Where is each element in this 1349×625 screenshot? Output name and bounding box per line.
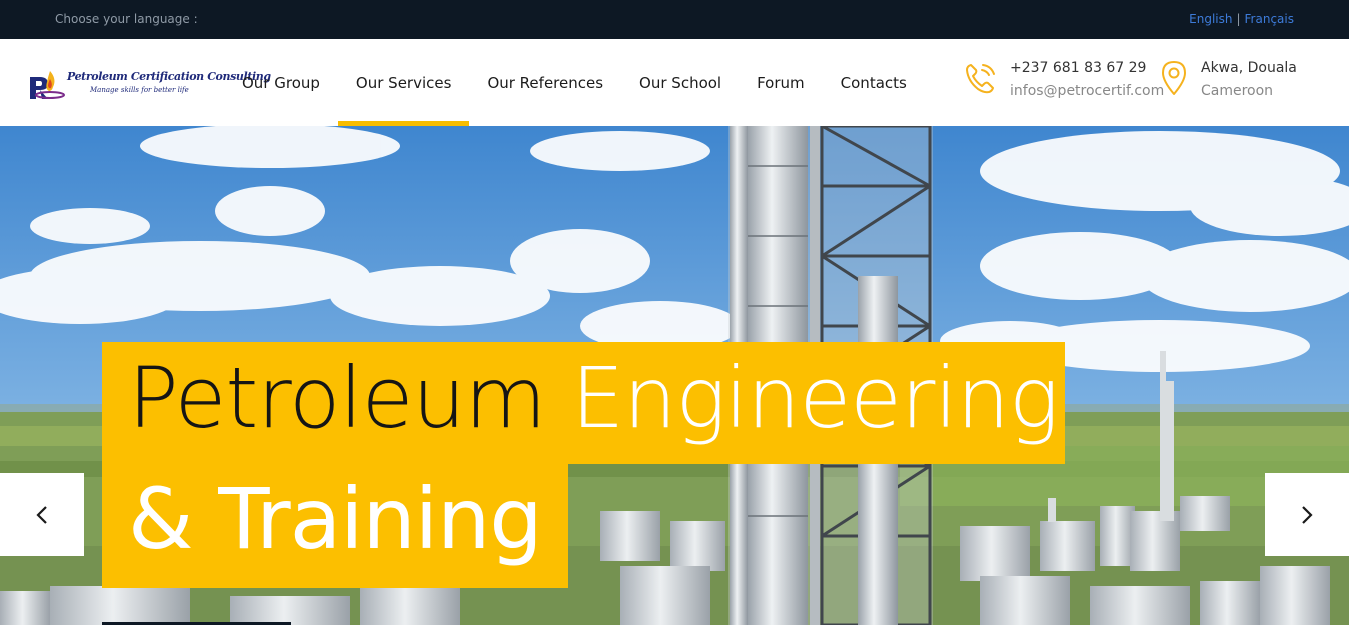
contact-phone-email: +237 681 83 67 29 infos@petrocertif.com [960, 39, 1164, 126]
language-switcher: English | Français [1189, 12, 1294, 26]
language-prompt: Choose your language : [55, 12, 198, 26]
hero-caption-line2: & Training [128, 470, 543, 568]
language-english-link[interactable]: English [1189, 12, 1232, 26]
nav-our-group[interactable]: Our Group [224, 39, 338, 126]
nav-contacts[interactable]: Contacts [823, 39, 925, 126]
language-separator: | [1236, 12, 1241, 26]
contact-email[interactable]: infos@petrocertif.com [1010, 83, 1164, 99]
hero-caption-word-petroleum: Petroleum [128, 349, 546, 447]
nav-our-references[interactable]: Our References [469, 39, 621, 126]
contact-phone[interactable]: +237 681 83 67 29 [1010, 60, 1146, 76]
slider-prev-button[interactable] [0, 473, 84, 556]
site-logo[interactable]: Petroleum Certification Consulting Manag… [26, 67, 271, 107]
top-bar: Choose your language : English | Français [0, 0, 1349, 39]
nav-forum[interactable]: Forum [739, 39, 823, 126]
contact-location: Akwa, Douala Cameroon [1158, 39, 1308, 126]
language-french-link[interactable]: Français [1245, 12, 1294, 26]
logo-mark-icon [30, 71, 65, 99]
logo-tagline: Manage skills for better life [90, 86, 189, 94]
contact-country: Cameroon [1201, 83, 1274, 99]
map-pin-icon [1162, 61, 1186, 95]
hero-caption-word-engineering: Engineering [571, 349, 1059, 447]
main-nav: Our Group Our Services Our References Ou… [224, 39, 925, 126]
site-header: Petroleum Certification Consulting Manag… [0, 39, 1349, 126]
hero-caption-line1: Petroleum Engineering [128, 348, 1059, 448]
chevron-right-icon [1302, 505, 1313, 524]
contact-city: Akwa, Douala [1201, 60, 1297, 76]
chevron-left-icon [36, 505, 47, 524]
phone-icon [966, 64, 995, 94]
nav-our-school[interactable]: Our School [621, 39, 739, 126]
slider-next-button[interactable] [1265, 473, 1349, 556]
nav-our-services[interactable]: Our Services [337, 39, 470, 126]
